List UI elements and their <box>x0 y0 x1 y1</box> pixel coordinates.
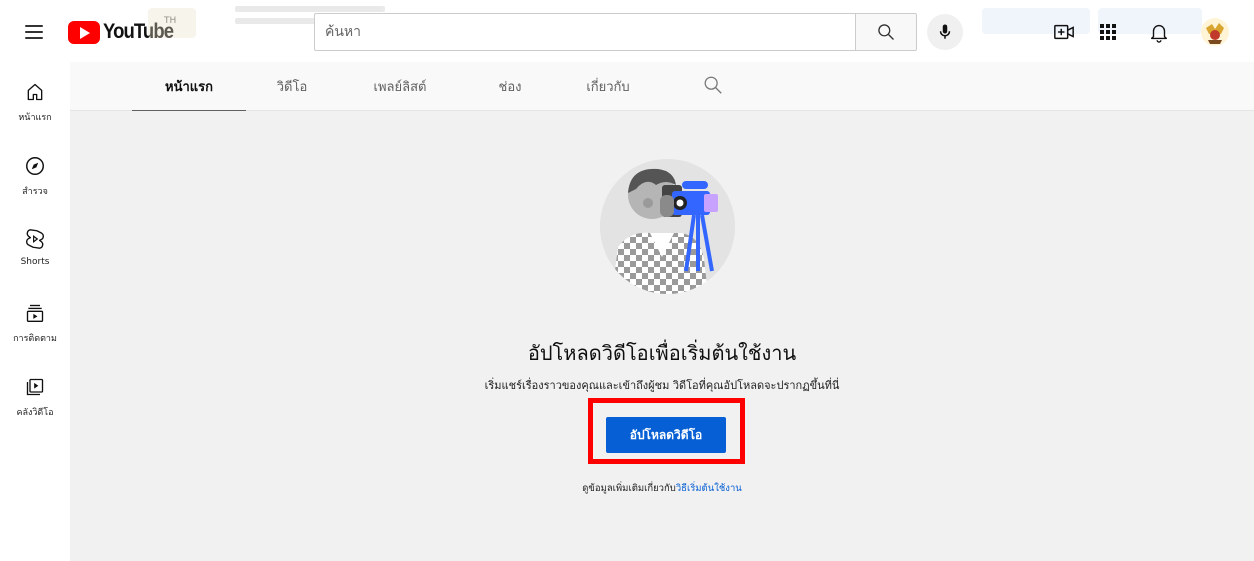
sidebar-item-home[interactable]: หน้าแรก <box>0 62 70 128</box>
videographer-illustration <box>600 159 735 294</box>
menu-icon[interactable] <box>22 20 46 44</box>
sidebar-item-explore[interactable]: สำรวจ <box>0 136 70 202</box>
tab-label: หน้าแรก <box>165 80 213 95</box>
background-thumbnail <box>148 8 196 38</box>
top-bar: YouTube TH <box>0 0 1254 62</box>
library-icon <box>23 375 47 399</box>
tab-channels[interactable]: ช่อง <box>482 62 538 111</box>
learn-more-text: ดูข้อมูลเพิ่มเติมเกี่ยวกับวิธีเริ่มต้นใช… <box>70 481 1254 496</box>
home-icon <box>23 80 47 104</box>
microphone-icon <box>939 24 951 39</box>
tab-videos[interactable]: วิดีโอ <box>260 62 324 111</box>
tab-label: เพลย์ลิสต์ <box>373 80 427 95</box>
shorts-icon <box>23 227 47 251</box>
sidebar: หน้าแรก สำรวจ Shorts การติดตาม คลังวิดีโ… <box>0 62 70 561</box>
sidebar-item-library[interactable]: คลังวิดีโอ <box>0 357 70 423</box>
sidebar-item-shorts[interactable]: Shorts <box>0 209 70 275</box>
search-field[interactable] <box>314 13 855 51</box>
search-icon <box>878 24 894 40</box>
search-input[interactable] <box>315 14 855 50</box>
channel-tabs: หน้าแรก วิดีโอ เพลย์ลิสต์ ช่อง เกี่ยวกับ <box>70 62 1254 112</box>
notifications-bell-icon[interactable] <box>1147 20 1171 44</box>
tab-label: เกี่ยวกับ <box>586 80 630 95</box>
account-avatar[interactable] <box>1201 18 1229 46</box>
sidebar-item-label: หน้าแรก <box>18 113 52 123</box>
sidebar-item-label: Shorts <box>20 257 50 267</box>
main-content: อัปโหลดวิดีโอเพื่อเริ่มต้นใช้งาน เริ่มแช… <box>70 111 1254 561</box>
empty-state-subtitle: เริ่มแชร์เรื่องราวของคุณและเข้าถึงผู้ชม … <box>484 379 840 392</box>
upload-video-button[interactable]: อัปโหลดวิดีโอ <box>606 417 726 453</box>
getting-started-link[interactable]: วิธีเริ่มต้นใช้งาน <box>676 483 742 494</box>
sidebar-item-label: การติดตาม <box>13 334 57 344</box>
tab-home[interactable]: หน้าแรก <box>132 62 246 112</box>
subscriptions-icon <box>23 301 47 325</box>
youtube-play-icon <box>68 20 100 44</box>
apps-grid-icon[interactable] <box>1096 20 1120 44</box>
sidebar-item-subscriptions[interactable]: การติดตาม <box>0 283 70 349</box>
channel-search-icon[interactable] <box>702 74 726 98</box>
search-button[interactable] <box>855 13 917 51</box>
tab-label: วิดีโอ <box>276 80 308 95</box>
tab-about[interactable]: เกี่ยวกับ <box>564 62 652 111</box>
tab-label: ช่อง <box>498 80 522 95</box>
voice-search-button[interactable] <box>927 14 963 50</box>
tab-playlists[interactable]: เพลย์ลิสต์ <box>350 62 450 111</box>
explore-compass-icon <box>23 154 47 178</box>
create-video-icon[interactable] <box>1052 20 1076 44</box>
empty-state-title: อัปโหลดวิดีโอเพื่อเริ่มต้นใช้งาน <box>527 341 797 365</box>
sidebar-item-label: คลังวิดีโอ <box>16 408 54 418</box>
learn-more-prefix: ดูข้อมูลเพิ่มเติมเกี่ยวกับ <box>582 483 676 494</box>
sidebar-item-label: สำรวจ <box>22 187 48 197</box>
